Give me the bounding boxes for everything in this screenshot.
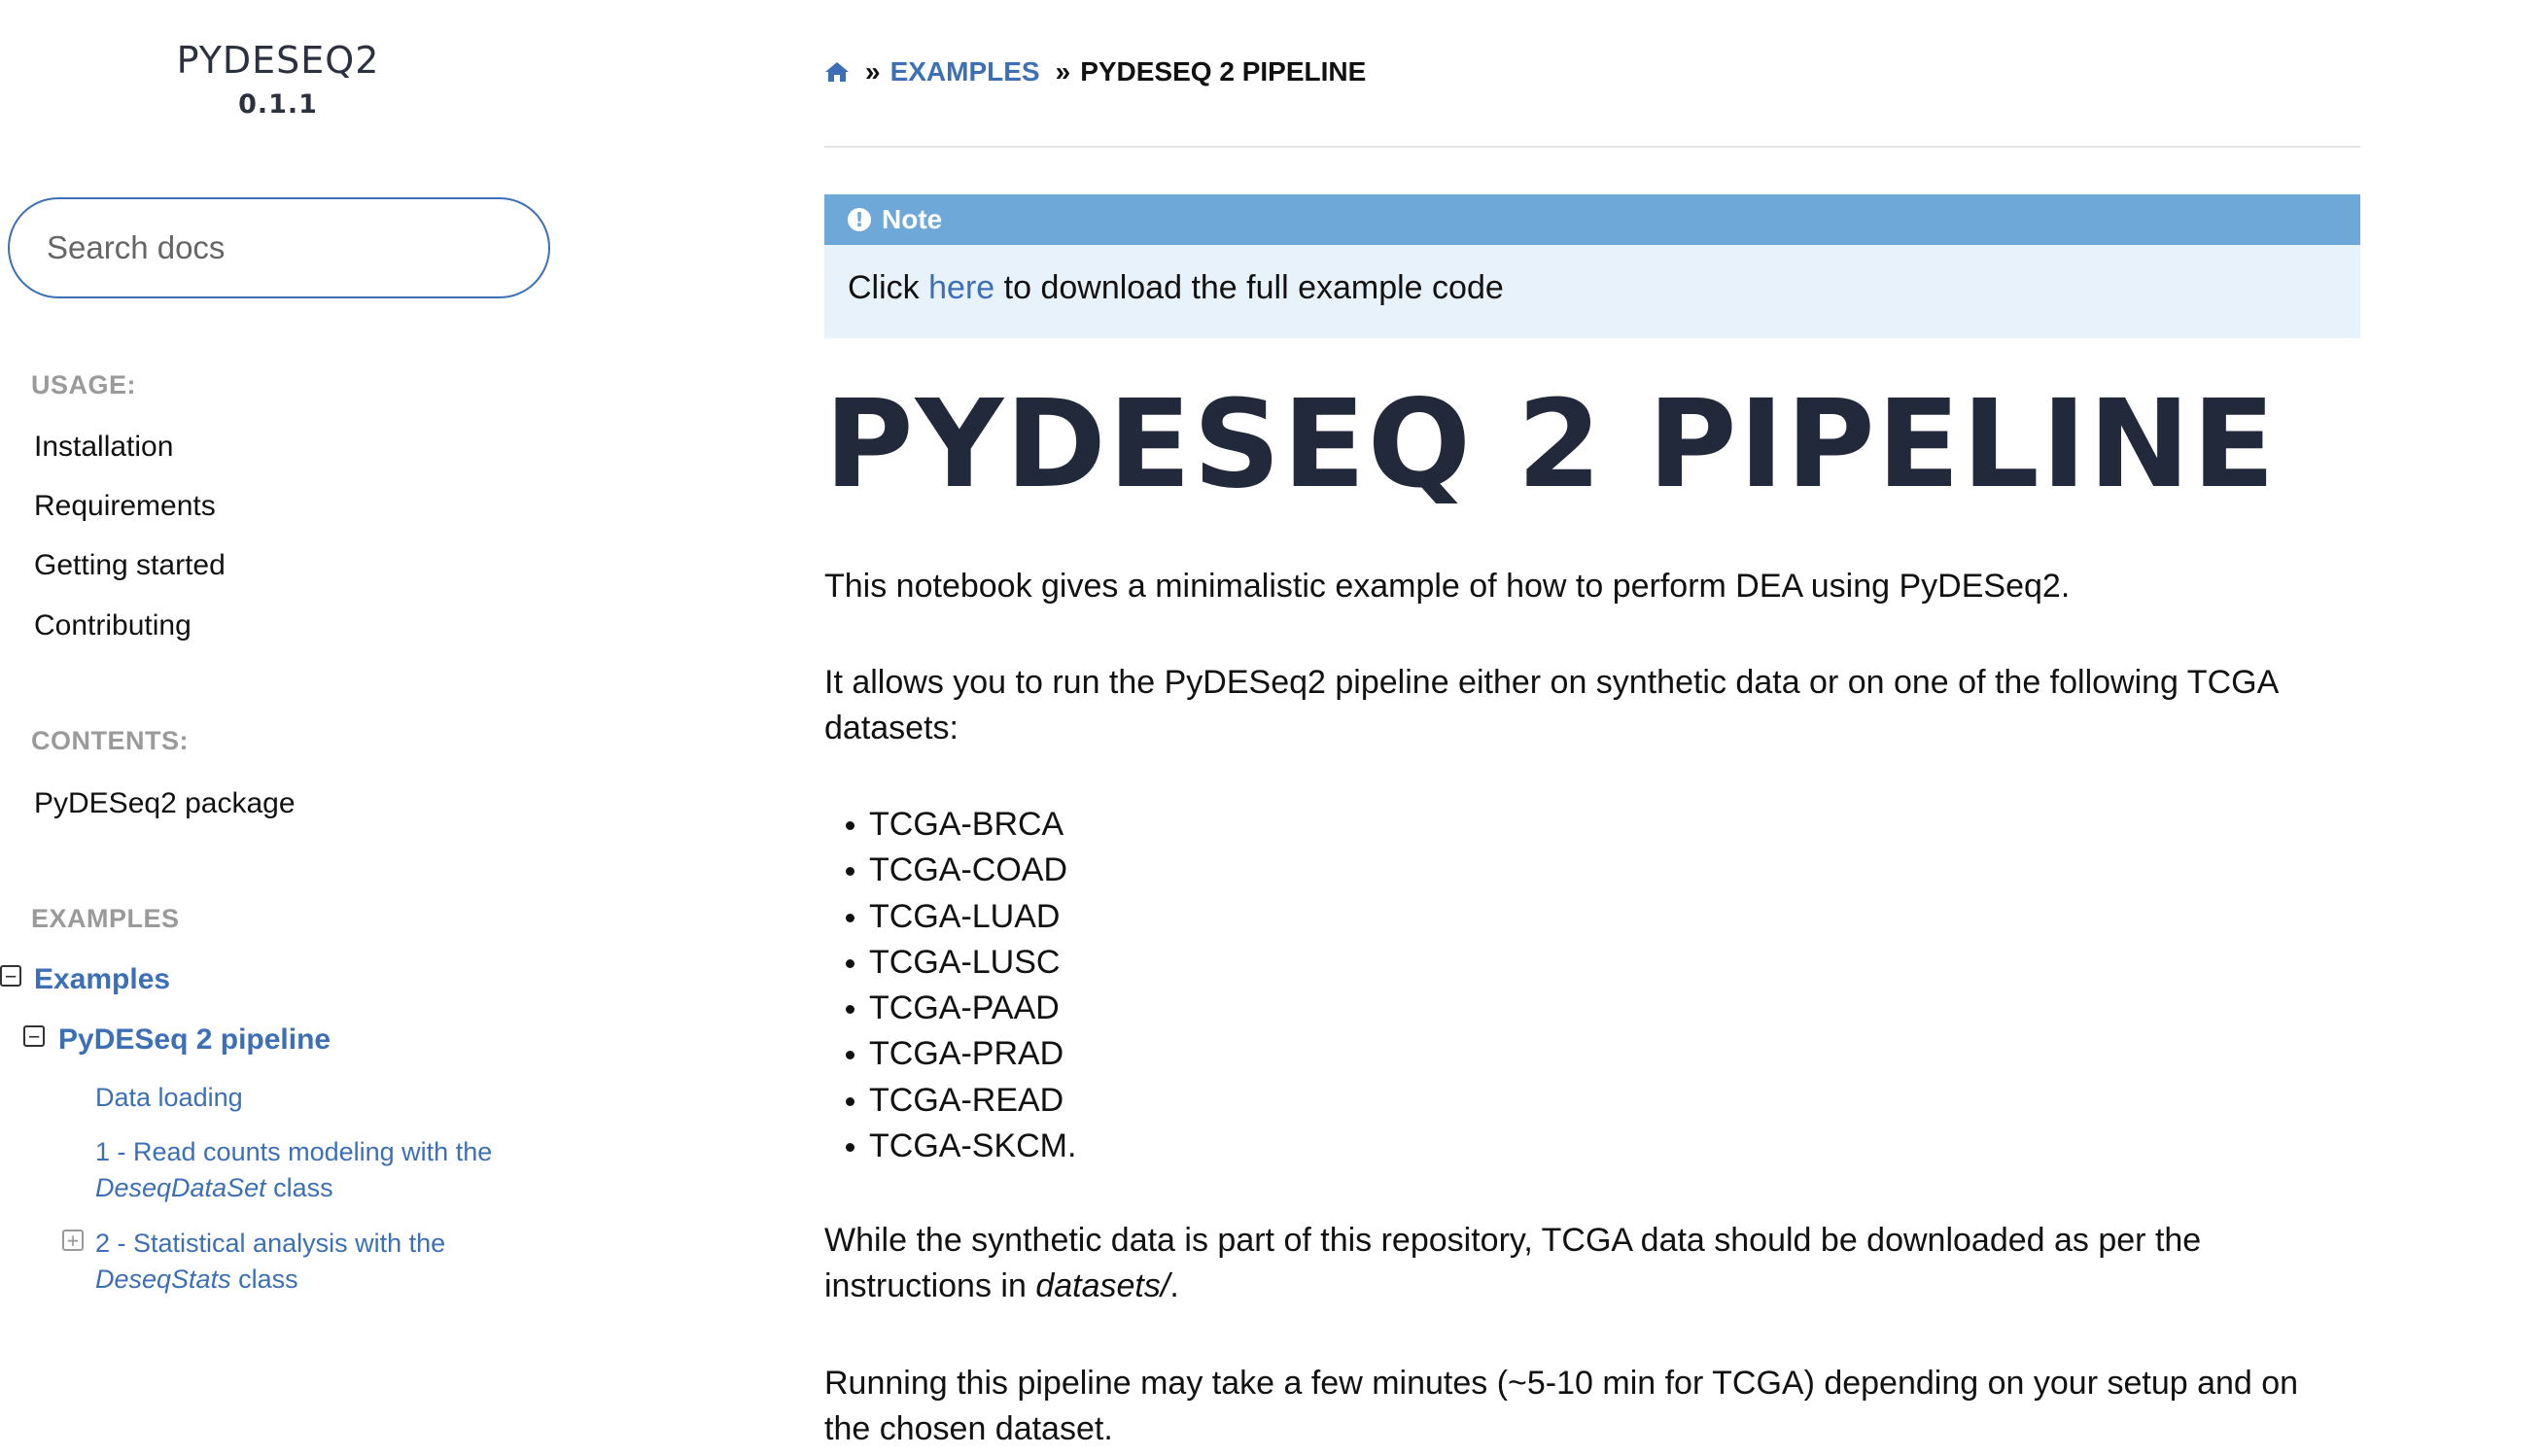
synthetic-suffix: . bbox=[1169, 1267, 1179, 1304]
version-label: 0.1.1 bbox=[238, 89, 318, 120]
nav-item-contributing[interactable]: Contributing bbox=[34, 609, 192, 642]
brand-name-link[interactable]: PYDESEQ2 bbox=[0, 39, 556, 82]
nav-item-installation[interactable]: Installation bbox=[34, 431, 173, 464]
list-item: TCGA-COAD bbox=[824, 848, 1076, 893]
usage-caption: USAGE: bbox=[31, 370, 137, 399]
list-item: TCGA-SKCM. bbox=[824, 1124, 1076, 1169]
breadcrumb: » EXAMPLES » PYDESEQ 2 PIPELINE bbox=[824, 54, 1366, 89]
sidebar: PYDESEQ2 0.1.1 USAGE: Installation Requi… bbox=[0, 0, 700, 1456]
intro-paragraph: This notebook gives a minimalistic examp… bbox=[824, 568, 2071, 605]
page-title: PYDESEQ 2 PIPELINE bbox=[824, 374, 2278, 515]
list-item: TCGA-LUAD bbox=[824, 894, 1076, 940]
note-click-text: Click bbox=[848, 269, 920, 306]
stats-prefix: 2 - Statistical analysis with the bbox=[95, 1229, 446, 1258]
nav-item-statistical-analysis[interactable]: 2 - Statistical analysis with the DeseqS… bbox=[95, 1226, 542, 1298]
datasets-list: TCGA-BRCA TCGA-COAD TCGA-LUAD TCGA-LUSC … bbox=[824, 802, 1076, 1169]
list-item: TCGA-PAAD bbox=[824, 986, 1076, 1031]
nav-item-data-loading[interactable]: Data loading bbox=[95, 1080, 243, 1116]
collapse-pipeline-icon[interactable]: − bbox=[23, 1025, 45, 1047]
list-item: TCGA-LUSC bbox=[824, 940, 1076, 986]
nav-item-pydeseq2-package[interactable]: PyDESeq2 package bbox=[34, 787, 296, 820]
exclamation-circle-icon: ! bbox=[848, 208, 871, 231]
datasets-path: datasets/ bbox=[1035, 1267, 1170, 1304]
breadcrumb-examples-link[interactable]: EXAMPLES bbox=[890, 56, 1040, 87]
running-paragraph: Running this pipeline may take a few min… bbox=[824, 1365, 2299, 1447]
list-item: TCGA-READ bbox=[824, 1078, 1076, 1124]
main-content: » EXAMPLES » PYDESEQ 2 PIPELINE ! Note C… bbox=[824, 0, 2360, 1456]
synthetic-paragraph: While the synthetic data is part of this… bbox=[824, 1218, 2234, 1309]
breadcrumb-separator: » bbox=[1055, 56, 1071, 87]
nav-item-examples[interactable]: Examples bbox=[34, 963, 170, 996]
nav-item-read-counts[interactable]: 1 - Read counts modeling with the DeseqD… bbox=[95, 1134, 542, 1206]
note-title: Note bbox=[882, 204, 943, 234]
read-counts-prefix: 1 - Read counts modeling with the bbox=[95, 1137, 493, 1166]
read-counts-class: DeseqDataSet bbox=[95, 1173, 266, 1202]
divider bbox=[824, 146, 2360, 148]
nav-item-getting-started[interactable]: Getting started bbox=[34, 549, 226, 582]
examples-caption: EXAMPLES bbox=[31, 904, 180, 933]
note-rest-text: to download the full example code bbox=[1003, 269, 1504, 306]
collapse-examples-icon[interactable]: − bbox=[0, 965, 21, 987]
breadcrumb-separator: » bbox=[865, 56, 881, 87]
search-input[interactable] bbox=[10, 199, 548, 296]
search-box bbox=[8, 197, 550, 298]
stats-suffix: class bbox=[238, 1265, 298, 1294]
list-item: TCGA-PRAD bbox=[824, 1031, 1076, 1077]
breadcrumb-current: PYDESEQ 2 PIPELINE bbox=[1080, 56, 1367, 87]
home-icon[interactable] bbox=[824, 60, 850, 84]
stats-class: DeseqStats bbox=[95, 1265, 231, 1294]
contents-caption: CONTENTS: bbox=[31, 726, 189, 755]
note-body: Click here to download the full example … bbox=[824, 245, 2360, 331]
nav-item-pydeseq-pipeline[interactable]: PyDESeq 2 pipeline bbox=[58, 1023, 331, 1057]
download-here-link[interactable]: here bbox=[928, 269, 994, 306]
read-counts-suffix: class bbox=[273, 1173, 333, 1202]
synthetic-text: While the synthetic data is part of this… bbox=[824, 1222, 2202, 1304]
note-admonition: ! Note Click here to download the full e… bbox=[824, 194, 2360, 338]
brand: PYDESEQ2 0.1.1 bbox=[0, 39, 556, 120]
list-item: TCGA-BRCA bbox=[824, 802, 1076, 848]
allows-paragraph: It allows you to run the PyDESeq2 pipeli… bbox=[824, 664, 2278, 746]
note-title-bar: ! Note bbox=[824, 194, 2360, 245]
nav-item-requirements[interactable]: Requirements bbox=[34, 490, 216, 523]
expand-stats-icon[interactable]: + bbox=[62, 1230, 84, 1251]
